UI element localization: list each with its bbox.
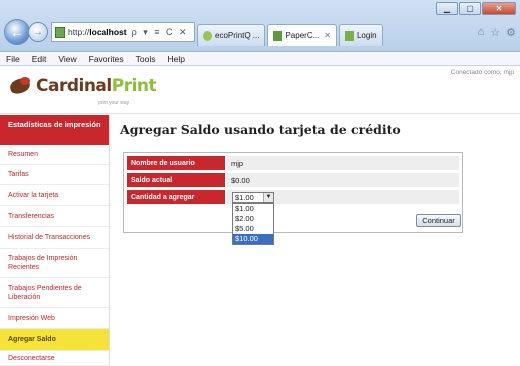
amount-label: Cantidad a agregar [127, 190, 225, 204]
minimize-button[interactable]: ▁ [436, 2, 458, 15]
eco-icon [203, 30, 212, 41]
back-arrow-icon: ← [10, 24, 24, 40]
amount-option[interactable]: $1.00 [233, 204, 273, 214]
amount-row: Cantidad a agregar [127, 190, 225, 204]
menu-view[interactable]: View [58, 54, 76, 64]
amount-option[interactable]: $5.00 [233, 224, 273, 234]
page: CardinalPrint print your way Conectado c… [0, 66, 520, 366]
sidebar-item-activar-tarjeta[interactable]: Activar la tarjeta [0, 185, 109, 206]
balance-value: $0.00 [231, 175, 250, 185]
sidebar-item-transferencias[interactable]: Transferencias [0, 206, 109, 227]
address-bar[interactable]: http://localhost ρ ▾ ≡ C ✕ [51, 22, 195, 42]
close-window-button[interactable]: ✕ [482, 2, 516, 15]
continue-button[interactable]: Continuar [416, 214, 461, 227]
favorites-star-icon[interactable]: ☆ [490, 26, 500, 39]
amount-option[interactable]: $2.00 [233, 214, 273, 224]
menu-help[interactable]: Help [167, 54, 184, 64]
chevron-down-icon[interactable]: ▼ [263, 193, 273, 202]
balance-label: Saldo actual [127, 173, 225, 187]
menu-file[interactable]: File [6, 54, 20, 64]
add-balance-form: Nombre de usuario mjp Saldo actual $0.00… [123, 152, 463, 245]
sidebar-item-desconectarse[interactable]: Desconectarse [0, 351, 109, 366]
page-icon [273, 30, 283, 41]
page-icon [344, 30, 354, 41]
tab-label: Login [356, 31, 377, 40]
sidebar: Estadísticas de impresión Resumen Tarifa… [0, 115, 110, 366]
address-tools[interactable]: ρ ▾ ≡ C ✕ [132, 27, 189, 38]
url-host: localhost [89, 27, 127, 37]
home-icon[interactable]: ⌂ [478, 26, 485, 39]
logo[interactable]: CardinalPrint [8, 75, 157, 97]
sidebar-item-impresion-web[interactable]: Impresión Web [0, 308, 109, 329]
window-controls: ▁ ▢ ✕ [436, 2, 516, 15]
tab-paperc[interactable]: PaperC... ✕ [267, 24, 337, 46]
maximize-button[interactable]: ▢ [459, 2, 481, 15]
forward-button[interactable]: → [28, 22, 48, 42]
menu-favorites[interactable]: Favorites [89, 54, 124, 64]
site-header: CardinalPrint print your way Conectado c… [0, 66, 520, 114]
menu-tools[interactable]: Tools [136, 54, 156, 64]
url-prefix: http:// [68, 27, 90, 37]
page-icon [55, 26, 65, 38]
cardinal-bird-icon [8, 75, 34, 97]
connected-as-text: Conectado como: mjp [450, 69, 514, 76]
row-background [227, 173, 459, 187]
amount-option-highlighted[interactable]: $10.00 [233, 234, 273, 244]
sidebar-item-tarifas[interactable]: Tarifas [0, 165, 109, 185]
sidebar-item-trabajos-recientes[interactable]: Trabajos de Impresión Recientes [0, 249, 109, 278]
nav-row: ← → http://localhost ρ ▾ ≡ C ✕ ecoPrintQ… [4, 18, 516, 46]
menu-edit[interactable]: Edit [32, 54, 47, 64]
row-background [227, 156, 459, 170]
username-label: Nombre de usuario [127, 156, 225, 170]
username-row: Nombre de usuario mjp [127, 156, 243, 170]
amount-select-value: $1.00 [235, 193, 254, 202]
tab-login[interactable]: Login [338, 24, 383, 46]
browser-chrome: ▁ ▢ ✕ ← → http://localhost ρ ▾ ≡ C ✕ eco… [0, 0, 520, 52]
logo-text: CardinalPrint [36, 76, 157, 96]
main-content: Agregar Saldo usando tarjeta de crédito … [120, 122, 515, 245]
amount-select[interactable]: $1.00 ▼ [232, 192, 274, 203]
username-value: mjp [231, 158, 244, 168]
toolbar-icons: ⌂ ☆ ⚙ [478, 26, 516, 39]
sidebar-heading[interactable]: Estadísticas de impresión [0, 115, 109, 145]
page-title: Agregar Saldo usando tarjeta de crédito [120, 122, 401, 137]
tab-ecoprintq[interactable]: ecoPrintQ ... [197, 24, 266, 46]
back-button[interactable]: ← [4, 19, 30, 45]
gear-icon[interactable]: ⚙ [506, 26, 516, 39]
forward-arrow-icon: → [33, 26, 43, 38]
tab-label: PaperC... [285, 31, 320, 40]
sidebar-item-historial[interactable]: Historial de Transacciones [0, 227, 109, 249]
sidebar-item-resumen[interactable]: Resumen [0, 145, 109, 165]
sidebar-item-agregar-saldo[interactable]: Agregar Saldo [0, 329, 109, 351]
logo-tagline: print your way [98, 100, 130, 106]
tab-close-icon[interactable]: ✕ [324, 31, 331, 40]
menu-bar: File Edit View Favorites Tools Help [0, 52, 520, 66]
amount-dropdown-list: $1.00 $2.00 $5.00 $10.00 [232, 203, 274, 245]
tab-label: ecoPrintQ ... [215, 31, 260, 40]
sidebar-item-trabajos-pendientes[interactable]: Trabajos Pendientes de Liberación [0, 278, 109, 308]
balance-row: Saldo actual $0.00 [127, 173, 250, 187]
